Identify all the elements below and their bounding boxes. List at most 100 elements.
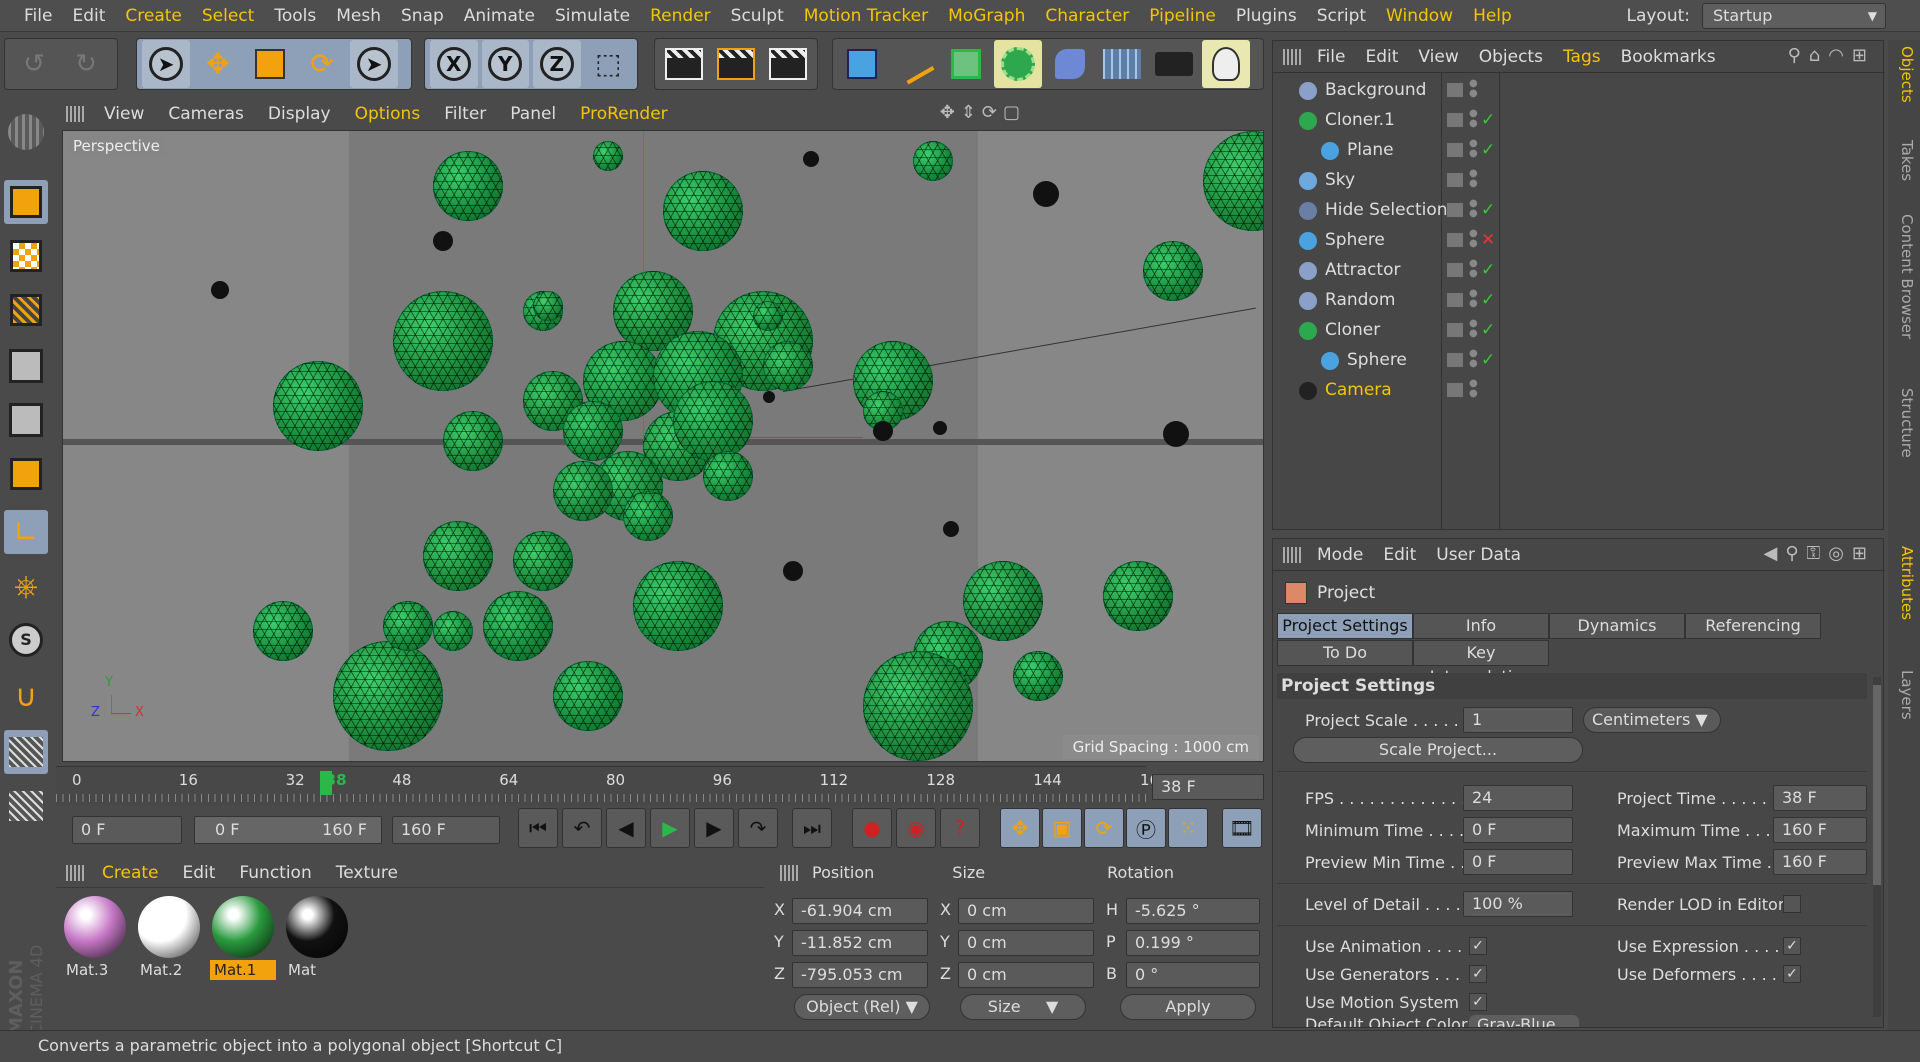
visibility-toggle[interactable] [1447,203,1463,217]
object-row[interactable]: Sky ● ● [1273,165,1885,195]
coordinate-system-button[interactable]: ⬚ [585,40,633,88]
enabled-check[interactable]: ✓ [1481,255,1495,285]
object-menu-view[interactable]: View [1408,41,1468,73]
light-button[interactable] [1202,40,1250,88]
camera-button[interactable] [1150,40,1198,88]
x-axis-button[interactable]: X [430,40,478,88]
material-swatch[interactable]: Mat.1 [210,894,276,984]
tab-project-settings[interactable]: Project Settings [1277,613,1413,639]
size-field[interactable]: 0 cm [958,930,1094,956]
material-menu-create[interactable]: Create [90,858,171,888]
coordinate-mode-select[interactable]: Object (Rel) ▼ [794,994,930,1020]
texture-mode-button[interactable] [4,234,48,278]
render-dots[interactable]: ● ● [1469,199,1478,219]
preview-max-time-field[interactable]: 160 F [1773,849,1867,875]
key-rotation-button[interactable]: ⟳ [1084,808,1124,848]
visibility-toggle[interactable] [1447,143,1463,157]
menu-character[interactable]: Character [1035,0,1139,32]
visibility-toggle[interactable] [1447,83,1463,97]
viewport-menu-options[interactable]: Options [343,100,433,128]
viewport-menu-view[interactable]: View [92,100,156,128]
render-dots[interactable]: ● ● [1469,259,1478,279]
autokey-button[interactable]: ◉ [896,808,936,848]
viewport-perspective[interactable]: Perspective Grid Spacing : 1000 cm Y Z X [62,130,1264,762]
material-menu-edit[interactable]: Edit [171,858,228,888]
floor-button[interactable] [1098,40,1146,88]
enabled-check[interactable]: ✓ [1481,105,1495,135]
workplane-button[interactable] [4,288,48,332]
points-mode-button[interactable] [4,344,48,388]
material-swatch[interactable]: Mat.3 [62,894,128,984]
scale-button[interactable] [246,40,294,88]
render-dots[interactable]: ● ● [1469,79,1478,99]
current-frame-field[interactable]: 38 F [1152,774,1264,800]
side-tab-structure[interactable]: Structure [1892,388,1916,458]
use-animation-checkbox[interactable]: ✓ [1469,937,1487,955]
key-position-button[interactable]: ✥ [1000,808,1040,848]
use-expression-checkbox[interactable]: ✓ [1783,937,1801,955]
menu-help[interactable]: Help [1463,0,1522,32]
material-menu-function[interactable]: Function [227,858,323,888]
attribute-menu-edit[interactable]: Edit [1373,539,1426,571]
object-row[interactable]: Sphere ● ● ✕ [1273,225,1885,255]
cloner-button[interactable] [994,40,1042,88]
visibility-toggle[interactable] [1447,383,1463,397]
side-tab-objects[interactable]: Objects [1892,46,1916,103]
workplane-lock-button[interactable] [4,730,48,774]
object-menu-tags[interactable]: Tags [1553,41,1611,73]
enabled-check[interactable]: ✓ [1481,135,1495,165]
tweak-mode-button[interactable]: ⎈ [4,564,48,608]
viewport-menu-cameras[interactable]: Cameras [156,100,256,128]
render-settings-button[interactable] [764,40,812,88]
make-editable-button[interactable] [4,110,48,154]
key-pla-button[interactable]: ⁙ [1168,808,1208,848]
subdivision-button[interactable] [942,40,990,88]
rotation-field[interactable]: 0.199 ° [1126,930,1260,956]
object-menu-file[interactable]: File [1307,41,1355,73]
render-view-button[interactable] [660,40,708,88]
preview-min-time-field[interactable]: 0 F [1463,849,1573,875]
object-row[interactable]: Cloner.1 ● ● ✓ [1273,105,1885,135]
object-row[interactable]: Camera ● ● [1273,375,1885,405]
enabled-check[interactable]: ✕ [1481,225,1495,255]
material-menu-texture[interactable]: Texture [324,858,410,888]
viewport-menu-prorender[interactable]: ProRender [568,100,680,128]
enabled-check[interactable]: ✓ [1481,195,1495,225]
visibility-toggle[interactable] [1447,353,1463,367]
use-deformers-checkbox[interactable]: ✓ [1783,965,1801,983]
object-row[interactable]: Cloner ● ● ✓ [1273,315,1885,345]
render-dots[interactable]: ● ● [1469,349,1478,369]
tab-key-interpolation[interactable]: Key Interpolation [1413,640,1549,686]
axis-mode-button[interactable]: ∟ [4,510,48,554]
visibility-toggle[interactable] [1447,323,1463,337]
object-row[interactable]: Plane ● ● ✓ [1273,135,1885,165]
snap-button[interactable]: ∪ [4,674,48,718]
tab-info[interactable]: Info [1413,613,1549,639]
viewport-menu-panel[interactable]: Panel [498,100,568,128]
viewport-menu-filter[interactable]: Filter [432,100,498,128]
size-mode-select[interactable]: Size ▼ [960,994,1086,1020]
render-dots[interactable]: ● ● [1469,139,1478,159]
menu-motion-tracker[interactable]: Motion Tracker [794,0,938,32]
menu-render[interactable]: Render [640,0,721,32]
live-selection-button[interactable]: ➤ [142,40,190,88]
timeline-ruler[interactable]: 016323848648096112128144160 [56,766,1169,806]
timeline-window-button[interactable]: 🎞 [1222,808,1262,848]
rotation-field[interactable]: -5.625 ° [1126,898,1260,924]
deformer-button[interactable] [1046,40,1094,88]
keyframe-selection-button[interactable]: ? [940,808,980,848]
menu-sculpt[interactable]: Sculpt [721,0,794,32]
menu-animate[interactable]: Animate [454,0,545,32]
cube-button[interactable] [838,40,886,88]
render-dots[interactable]: ● ● [1469,379,1478,399]
z-axis-button[interactable]: Z [533,40,581,88]
menu-snap[interactable]: Snap [391,0,454,32]
size-field[interactable]: 0 cm [958,898,1094,924]
menu-file[interactable]: File [14,0,62,32]
render-dots[interactable]: ● ● [1469,109,1478,129]
polygons-mode-button[interactable] [4,452,48,496]
position-field[interactable]: -795.053 cm [792,962,928,988]
object-menu-edit[interactable]: Edit [1355,41,1408,73]
rotation-field[interactable]: 0 ° [1126,962,1260,988]
undo-button[interactable]: ↺ [10,40,58,88]
